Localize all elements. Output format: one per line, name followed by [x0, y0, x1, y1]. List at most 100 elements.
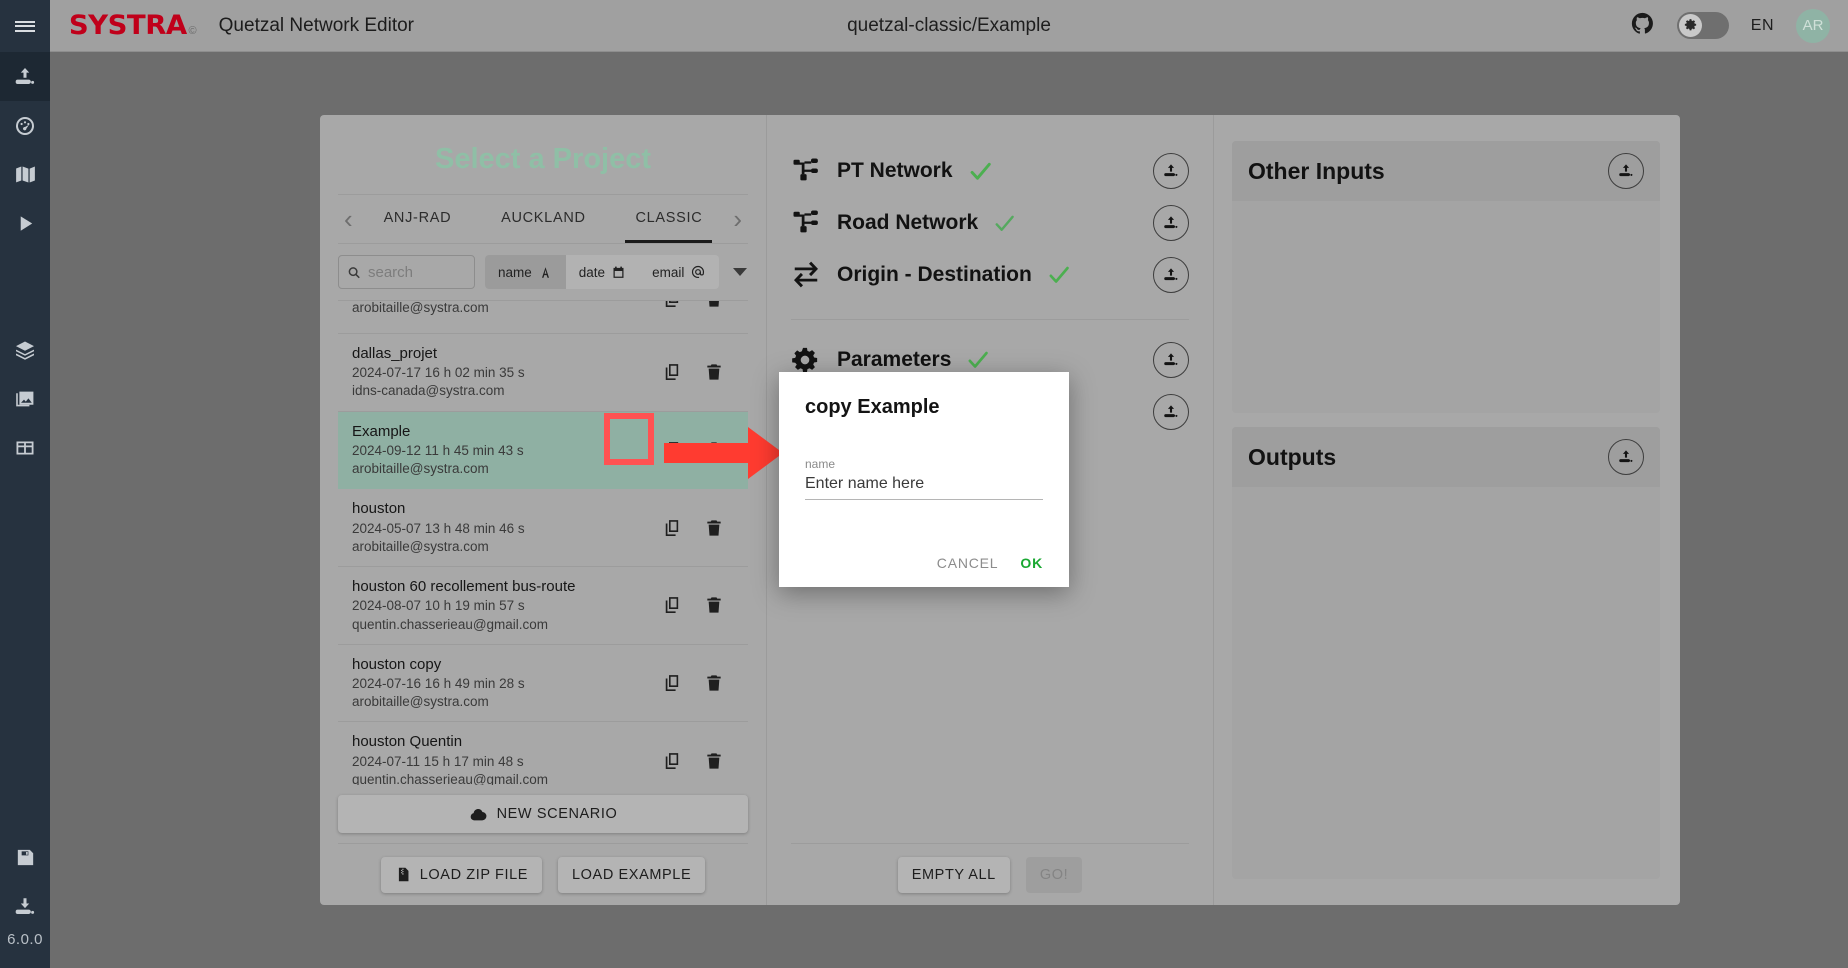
input-row-road-network[interactable]: Road Network: [791, 197, 1189, 249]
sidebar-item-save[interactable]: [0, 833, 50, 882]
tab-auckland[interactable]: AUCKLAND: [491, 195, 596, 243]
upload-styles-button[interactable]: [1153, 394, 1189, 430]
copy-project-button[interactable]: [662, 301, 682, 309]
upload-icon: [1164, 164, 1178, 177]
sort-by-name-button[interactable]: name: [485, 255, 566, 289]
upload-pt-network-button[interactable]: [1153, 153, 1189, 189]
language-selector[interactable]: EN: [1751, 17, 1774, 35]
list-item[interactable]: 2024-09-10 12 h 02 min 09 s arobitaille@…: [338, 300, 748, 334]
copy-project-button[interactable]: [662, 595, 682, 615]
sidebar-item-run[interactable]: [0, 199, 50, 248]
systra-logo: SYSTRA ©: [69, 12, 197, 39]
empty-all-button[interactable]: EMPTY ALL: [897, 856, 1010, 893]
input-label: Parameters: [837, 348, 952, 371]
input-label: Road Network: [837, 211, 979, 234]
hamburger-icon: [15, 25, 35, 27]
project-date: 2024-07-17 16 h 02 min 35 s: [352, 365, 525, 381]
trash-icon: [707, 597, 721, 614]
go-button[interactable]: GO!: [1025, 856, 1083, 893]
sidebar-item-map[interactable]: [0, 150, 50, 199]
sort-by-date-button[interactable]: date: [566, 255, 639, 289]
list-item[interactable]: houston 60 recollement bus-route 2024-08…: [338, 567, 748, 645]
project-email: arobitaille@systra.com: [352, 300, 489, 315]
search-box[interactable]: [338, 255, 475, 289]
copy-icon: [665, 301, 679, 307]
image-icon: [16, 391, 34, 406]
theme-toggle[interactable]: [1676, 12, 1729, 39]
save-icon: [17, 849, 33, 866]
user-avatar[interactable]: AR: [1796, 8, 1830, 43]
sidebar-item-tables[interactable]: [0, 423, 50, 472]
list-item[interactable]: houston Quentin 2024-07-11 15 h 17 min 4…: [338, 722, 748, 785]
tabs-next-button[interactable]: ›: [727, 206, 748, 232]
project-info: houston 2024-05-07 13 h 48 min 46 s arob…: [352, 499, 662, 556]
delete-project-button[interactable]: [704, 362, 724, 382]
cancel-button[interactable]: CANCEL: [937, 555, 999, 571]
project-list[interactable]: 2024-09-10 12 h 02 min 09 s arobitaille@…: [338, 300, 748, 785]
app-version: 6.0.0: [7, 931, 43, 948]
sort-by-email-button[interactable]: email: [639, 255, 719, 289]
check-icon: [965, 347, 991, 373]
download-icon: [15, 897, 35, 914]
name-input[interactable]: [805, 475, 1043, 500]
sort-direction-button[interactable]: [733, 268, 748, 276]
copy-project-button[interactable]: [662, 440, 682, 460]
search-and-sort: name date email: [338, 244, 748, 300]
tab-anj-rad[interactable]: ANJ-RAD: [374, 195, 462, 243]
github-link-button[interactable]: [1630, 11, 1655, 41]
project-info: houston Quentin 2024-07-11 15 h 17 min 4…: [352, 732, 662, 785]
delete-project-button[interactable]: [704, 440, 724, 460]
card-header: Outputs: [1232, 427, 1660, 487]
project-date: 2024-07-16 16 h 49 min 28 s: [352, 676, 525, 691]
list-item[interactable]: dallas_projet 2024-07-17 16 h 02 min 35 …: [338, 334, 748, 412]
upload-other-inputs-button[interactable]: [1608, 153, 1644, 189]
delete-project-button[interactable]: [704, 595, 724, 615]
sidebar-item-upload[interactable]: [0, 52, 50, 101]
tab-classic[interactable]: CLASSIC: [625, 195, 713, 243]
hamburger-menu-button[interactable]: [0, 0, 50, 52]
load-example-button[interactable]: LOAD EXAMPLE: [558, 856, 706, 893]
right-panel: Other Inputs Outputs: [1214, 115, 1680, 905]
delete-project-button[interactable]: [704, 673, 724, 693]
project-date: 2024-07-11 15 h 17 min 48 s: [352, 753, 524, 769]
upload-road-network-button[interactable]: [1153, 205, 1189, 241]
sidebar-item-layers[interactable]: [0, 325, 50, 374]
input-label: Origin - Destination: [837, 263, 1032, 286]
delete-project-button[interactable]: [704, 751, 724, 771]
delete-project-button[interactable]: [704, 301, 724, 309]
empty-all-label: EMPTY ALL: [911, 866, 996, 883]
project-name: houston Quentin: [352, 733, 463, 751]
delete-project-button[interactable]: [704, 518, 724, 538]
search-input[interactable]: [368, 263, 466, 281]
layers-icon: [16, 341, 34, 360]
inputs-footer: EMPTY ALL GO!: [791, 843, 1189, 905]
upload-origin-destination-button[interactable]: [1153, 257, 1189, 293]
copy-project-button[interactable]: [662, 751, 682, 771]
load-zip-file-button[interactable]: LOAD ZIP FILE: [380, 856, 543, 893]
input-row-origin-destination[interactable]: Origin - Destination: [791, 249, 1189, 301]
new-scenario-button[interactable]: NEW SCENARIO: [338, 795, 748, 833]
ok-button[interactable]: OK: [1020, 555, 1043, 571]
upload-icon: [1164, 216, 1178, 229]
load-example-label: LOAD EXAMPLE: [572, 866, 692, 883]
swap-icon: [791, 260, 837, 290]
list-item[interactable]: houston copy 2024-07-16 16 h 49 min 28 s…: [338, 645, 748, 723]
upload-parameters-button[interactable]: [1153, 342, 1189, 378]
sidebar-item-dashboard[interactable]: [0, 101, 50, 150]
zip-file-icon: [398, 867, 409, 882]
tabs-prev-button[interactable]: ‹: [338, 206, 359, 232]
list-item[interactable]: houston 2024-05-07 13 h 48 min 46 s arob…: [338, 489, 748, 568]
header-actions: EN AR: [1630, 8, 1848, 43]
copy-project-button[interactable]: [662, 362, 682, 382]
name-field-group: name: [805, 457, 1043, 500]
copy-project-button[interactable]: [662, 518, 682, 538]
project-row-actions: [662, 751, 746, 771]
sidebar-item-images[interactable]: [0, 374, 50, 423]
input-row-pt-network[interactable]: PT Network: [791, 145, 1189, 197]
project-name: Example: [352, 422, 411, 440]
network-icon: [791, 156, 837, 186]
copy-project-button[interactable]: [662, 673, 682, 693]
upload-outputs-button[interactable]: [1608, 439, 1644, 475]
sidebar-item-download[interactable]: [0, 882, 50, 931]
list-item[interactable]: Example 2024-09-12 11 h 45 min 43 s arob…: [338, 411, 748, 490]
